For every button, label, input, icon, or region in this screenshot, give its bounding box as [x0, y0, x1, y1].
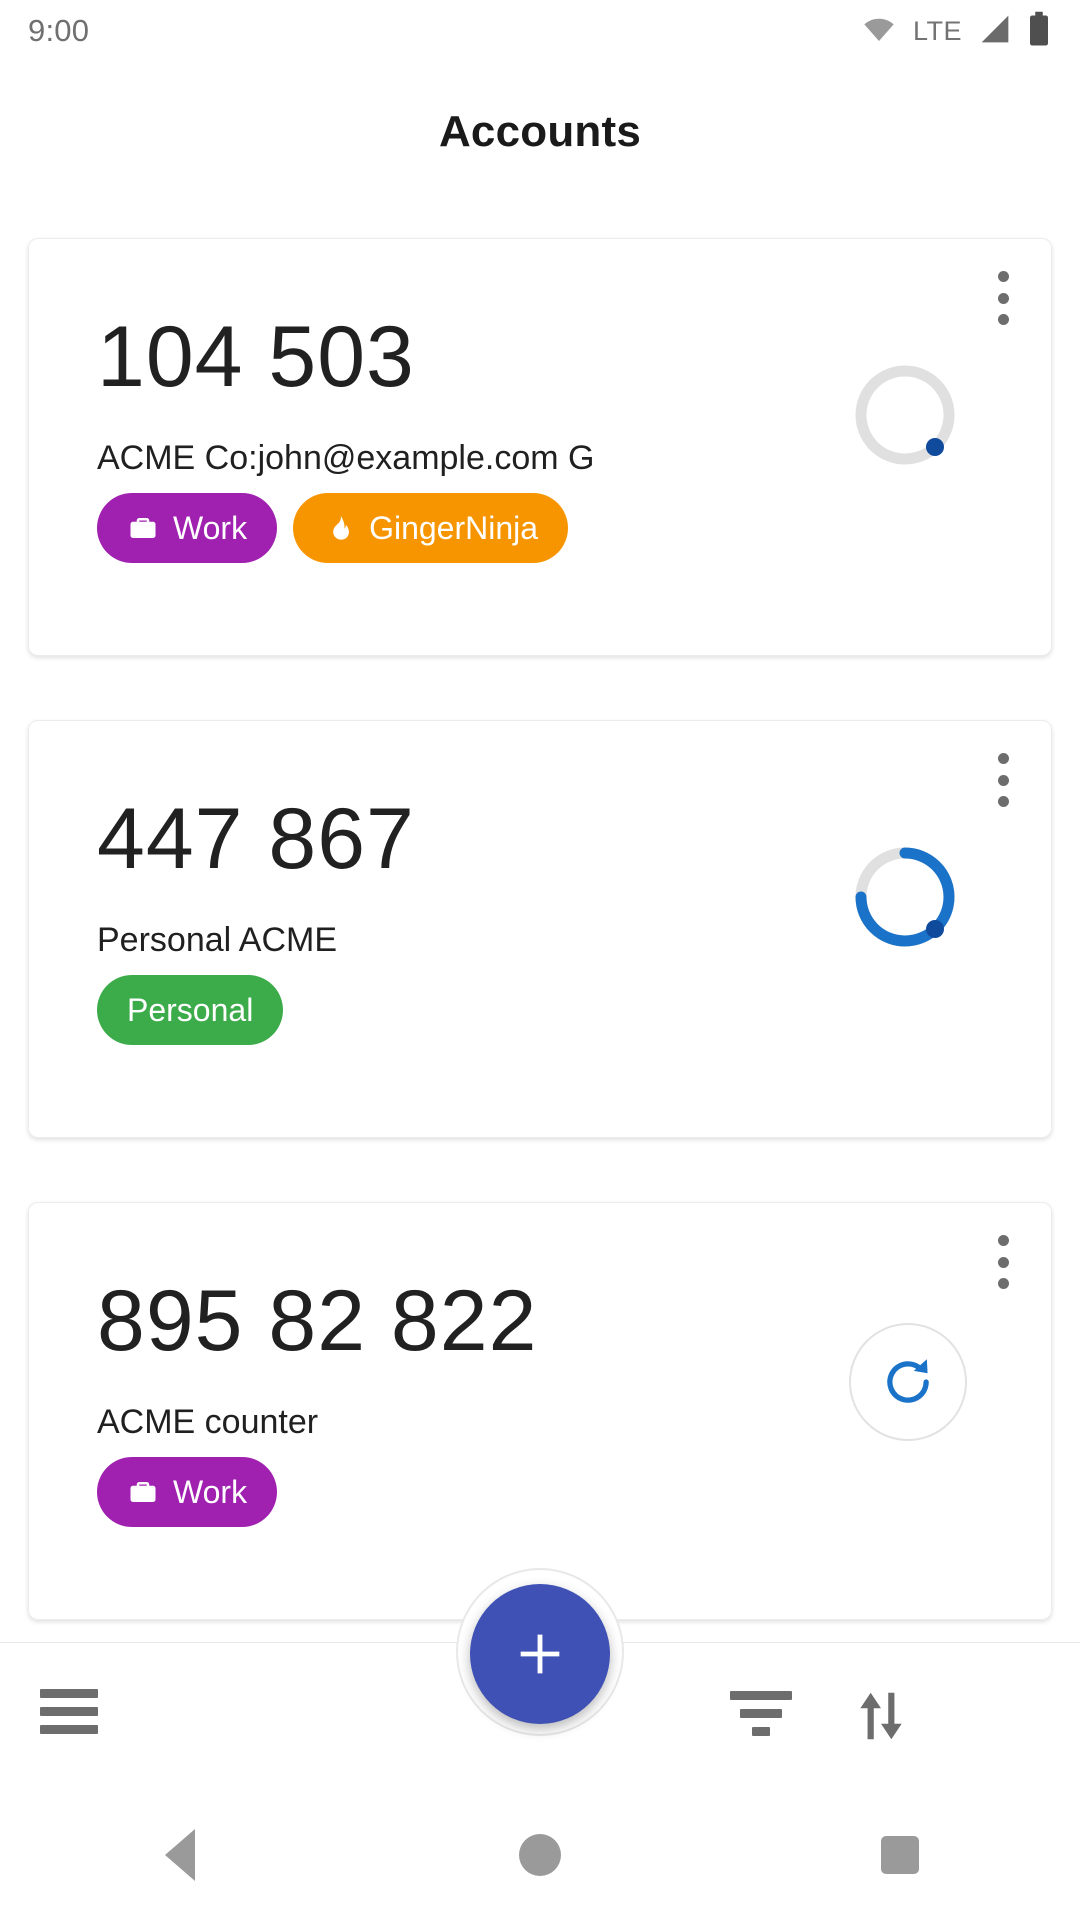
app-screen: 9:00 LTE Accounts 104 503 ACME Co:john@e…	[0, 0, 1080, 1920]
tag-chip[interactable]: GingerNinja	[293, 493, 569, 563]
tag-chip-list: Personal	[97, 975, 284, 1045]
tag-chip[interactable]: Work	[97, 493, 278, 563]
tag-chip[interactable]: Personal	[97, 975, 284, 1045]
status-clock: 9:00	[28, 13, 90, 48]
account-issuer-label: ACME counter	[97, 1403, 319, 1441]
add-account-fab[interactable]	[470, 1584, 610, 1724]
card-overflow-menu-button[interactable]	[981, 1229, 1025, 1295]
refresh-counter-button[interactable]	[849, 1323, 967, 1441]
kebab-dot	[997, 796, 1009, 807]
tag-chip-label: Work	[173, 1473, 248, 1510]
battery-icon	[1028, 11, 1050, 52]
kebab-dot	[997, 292, 1009, 304]
back-triangle-icon	[165, 1829, 195, 1881]
kebab-dot	[997, 774, 1009, 786]
kebab-dot	[997, 314, 1009, 325]
cell-signal-icon	[976, 13, 1014, 50]
refresh-icon	[887, 1359, 929, 1403]
nav-recents-button[interactable]	[840, 1815, 960, 1895]
otp-countdown-ring	[849, 359, 961, 577]
flame-icon	[323, 512, 355, 544]
status-icons: LTE	[859, 11, 1050, 52]
otp-code[interactable]: 104 503	[97, 314, 415, 400]
account-card[interactable]: 104 503 ACME Co:john@example.com G Work …	[28, 238, 1052, 656]
account-card[interactable]: 447 867 Personal ACME Personal	[28, 720, 1052, 1138]
filter-icon[interactable]	[730, 1691, 792, 1737]
kebab-dot	[997, 753, 1009, 764]
network-type-label: LTE	[912, 15, 962, 46]
tag-chip-label: GingerNinja	[369, 509, 539, 546]
hamburger-menu-icon[interactable]	[40, 1689, 98, 1737]
tag-chip-list: Work GingerNinja	[97, 493, 569, 563]
sort-arrows-icon[interactable]	[850, 1683, 912, 1754]
kebab-dot	[997, 1235, 1009, 1246]
tag-chip-label: Work	[173, 509, 248, 546]
recents-square-icon	[881, 1836, 919, 1874]
otp-code[interactable]: 447 867	[97, 796, 415, 882]
wifi-icon	[859, 13, 899, 50]
account-issuer-label: ACME Co:john@example.com G	[97, 439, 595, 477]
tag-chip-label: Personal	[127, 991, 254, 1028]
tag-chip[interactable]: Work	[97, 1457, 278, 1527]
otp-countdown-ring	[849, 841, 961, 953]
account-issuer-label: Personal ACME	[97, 921, 337, 959]
briefcase-icon	[127, 512, 159, 544]
plus-icon	[520, 1634, 560, 1674]
tag-chip-list: Work	[97, 1457, 278, 1527]
briefcase-icon	[127, 1476, 159, 1508]
account-card[interactable]: 895 82 822 ACME counter Work	[28, 1202, 1052, 1620]
card-overflow-menu-button[interactable]	[981, 747, 1025, 813]
nav-back-button[interactable]	[120, 1815, 240, 1895]
card-overflow-menu-button[interactable]	[981, 265, 1025, 331]
page-title: Accounts	[438, 107, 642, 156]
home-circle-icon	[519, 1834, 561, 1876]
nav-home-button[interactable]	[480, 1815, 600, 1895]
android-navigation-bar	[0, 1790, 1080, 1920]
kebab-dot	[997, 271, 1009, 282]
otp-code[interactable]: 895 82 822	[97, 1278, 537, 1364]
kebab-dot	[997, 1256, 1009, 1268]
status-bar: 9:00 LTE	[0, 0, 1080, 62]
kebab-dot	[997, 1278, 1009, 1289]
